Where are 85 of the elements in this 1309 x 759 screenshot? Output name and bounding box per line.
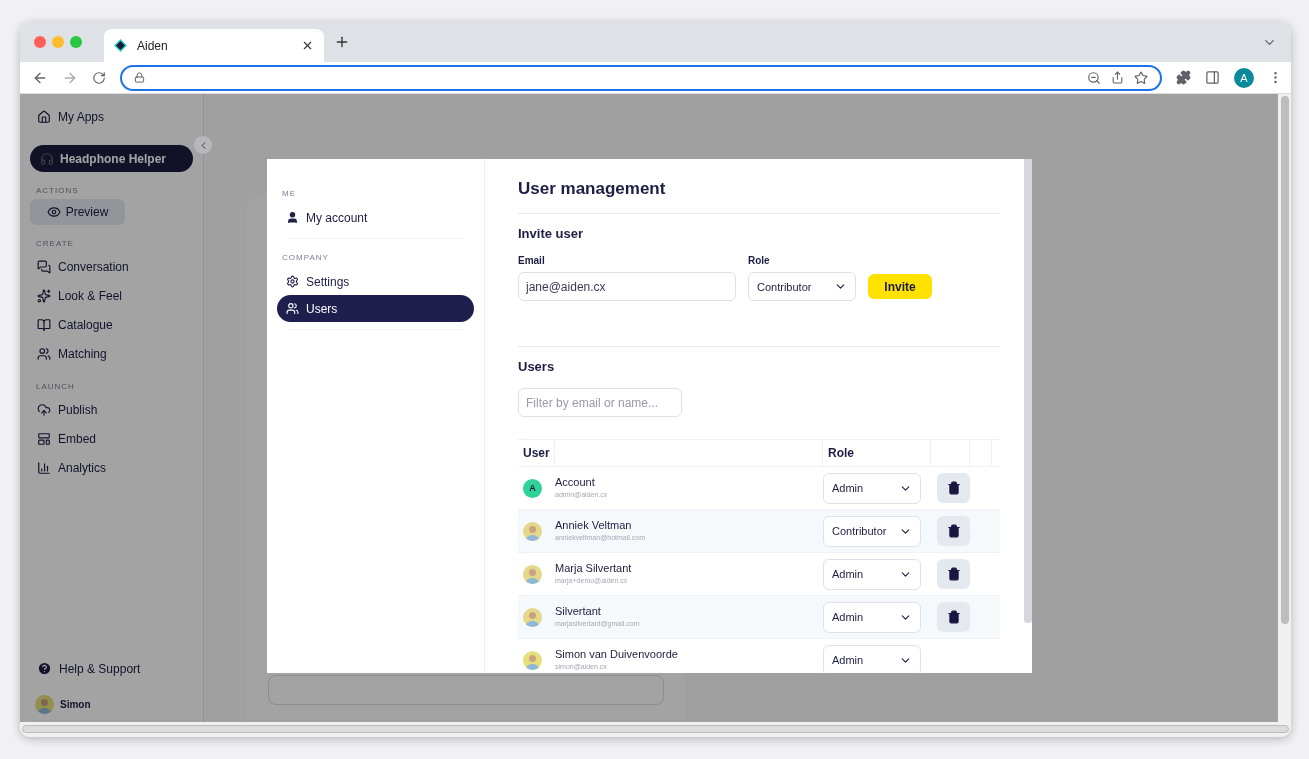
role-dropdown[interactable]: Admin (823, 472, 921, 504)
section-label: LAUNCH (36, 382, 76, 391)
nav-item[interactable]: Settings (277, 268, 474, 295)
avatar-icon (523, 650, 542, 670)
delete-button[interactable] (937, 602, 970, 632)
star-icon[interactable] (1134, 70, 1149, 85)
lock-icon (134, 72, 145, 83)
field-label: Email (518, 255, 546, 266)
preview-button[interactable]: Preview (30, 199, 125, 225)
person-icon (286, 211, 299, 224)
home-icon (37, 109, 51, 124)
role-dropdown[interactable]: Admin (823, 558, 921, 590)
column-header: Role (828, 446, 854, 460)
puzzle-icon[interactable] (1176, 70, 1192, 85)
profile-avatar[interactable]: A (1234, 67, 1254, 88)
nav-icon (37, 431, 51, 446)
user-name: Silvertant (555, 604, 602, 618)
trash-icon (946, 567, 961, 581)
column-header: User (523, 446, 550, 460)
filter-field[interactable]: Filter by email or name... (518, 388, 682, 417)
headphones-icon (40, 151, 54, 166)
app-selector[interactable]: Headphone Helper (30, 145, 193, 172)
scrollbar-thumb[interactable] (22, 725, 1289, 733)
avatar-icon (523, 564, 542, 584)
scrollbar-thumb[interactable] (1280, 96, 1289, 624)
trash-icon (946, 481, 961, 495)
sidebar-link[interactable]: Conversation (30, 252, 193, 281)
sidebar-link[interactable]: Publish (30, 395, 193, 424)
dialog-title: User management (518, 179, 1000, 214)
nav-icon (37, 259, 51, 274)
help-link[interactable]: Help & Support (30, 654, 193, 683)
role-dropdown[interactable]: Admin (823, 644, 921, 673)
user-name: Account (555, 475, 596, 489)
nav-icon (37, 288, 51, 303)
section-label: CREATE (36, 239, 75, 248)
trash-icon (946, 610, 961, 624)
field-label: Role (748, 255, 771, 266)
sidebar-link[interactable]: Analytics (30, 453, 193, 482)
nav-icon (37, 460, 51, 475)
reload-icon[interactable] (92, 70, 106, 85)
browser-tab[interactable]: Aiden (104, 29, 324, 62)
delete-button[interactable] (937, 559, 970, 589)
diamond-logo-icon (114, 39, 127, 52)
nav-icon (37, 317, 51, 332)
avatar-initial: A (523, 478, 542, 498)
section-label: ACTIONS (36, 186, 80, 195)
sidebar-link[interactable]: Catalogue (30, 310, 193, 339)
person-icon (286, 302, 299, 315)
sidebar-link[interactable]: Look & Feel (30, 281, 193, 310)
role-dropdown[interactable]: Contributor (823, 515, 921, 547)
section-label: ME (282, 189, 297, 198)
user-name: Simon van Duivenvoorde (555, 647, 679, 661)
plus-icon[interactable] (334, 34, 350, 50)
avatar-icon (35, 695, 54, 714)
section-heading: Invite user (518, 226, 585, 241)
sidebar-link[interactable]: My Apps (30, 102, 193, 131)
nav-item[interactable]: My account (277, 204, 474, 231)
sidebar-link[interactable]: Matching (30, 339, 193, 368)
section-heading: Users (518, 359, 556, 374)
role-dropdown[interactable]: Contributor (748, 272, 856, 301)
help-icon (37, 661, 52, 676)
delete-button[interactable] (937, 473, 970, 503)
nav-icon (37, 346, 51, 361)
nav-icon (37, 402, 51, 417)
avatar-icon (523, 521, 542, 541)
invite-button[interactable]: Invite (868, 274, 932, 299)
user-name: Marja Silvertant (555, 561, 633, 575)
scrollbar-thumb[interactable] (1024, 159, 1032, 623)
eye-icon (46, 205, 61, 219)
gear-icon (286, 275, 299, 288)
address-bar[interactable] (120, 64, 1163, 91)
user-name: Anniek Veltman (555, 518, 633, 532)
share-icon[interactable] (1111, 71, 1125, 84)
side-panel-icon[interactable] (1205, 70, 1221, 85)
zoom-out-icon[interactable] (1087, 70, 1102, 85)
user-name: Simon (60, 699, 91, 710)
avatar-icon (523, 607, 542, 627)
trash-icon (946, 524, 961, 538)
role-dropdown[interactable]: Admin (823, 601, 921, 633)
email-field[interactable]: jane@aiden.cx (518, 272, 736, 301)
close-icon[interactable] (301, 39, 314, 52)
nav-item[interactable]: Users (277, 295, 474, 322)
sidebar-link[interactable]: Embed (30, 424, 193, 453)
section-label: COMPANY (282, 253, 330, 262)
delete-button[interactable] (937, 516, 970, 546)
